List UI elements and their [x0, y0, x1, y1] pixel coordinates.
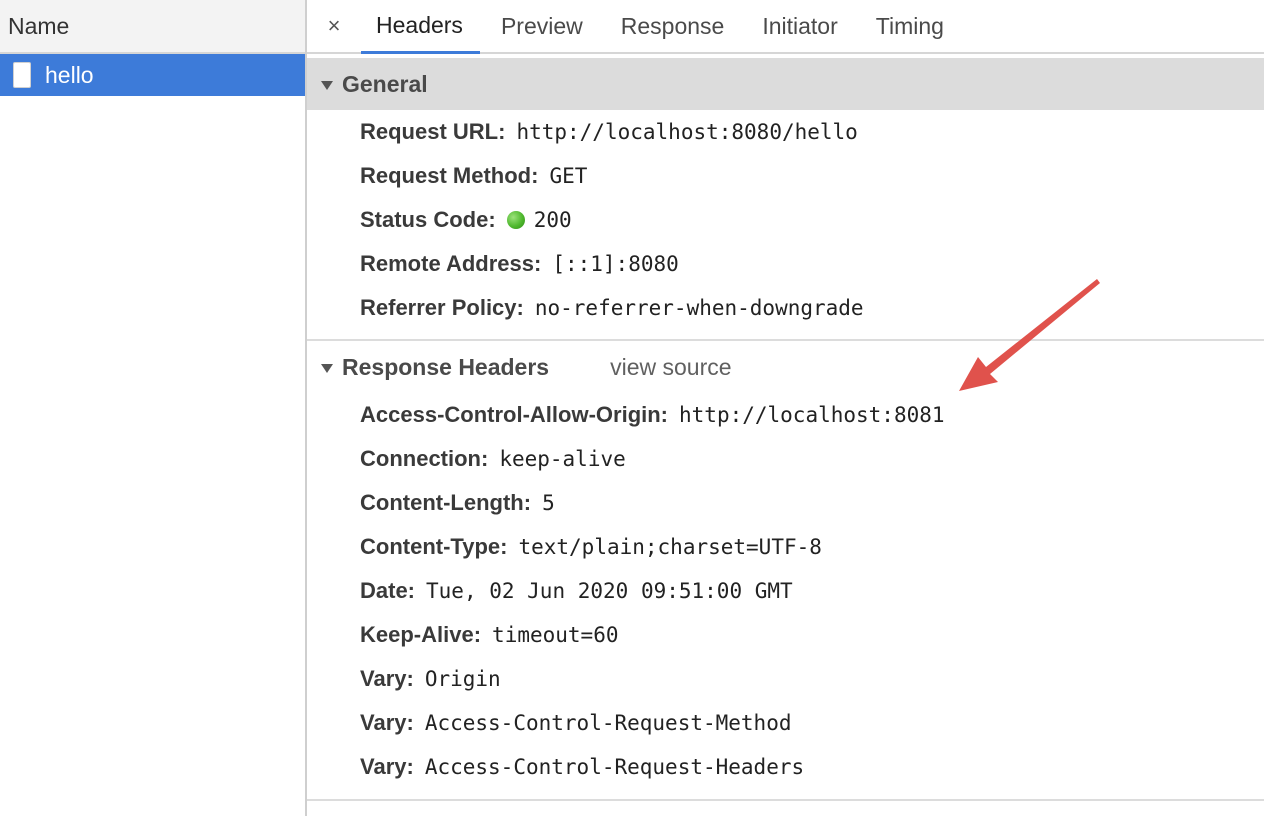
header-key: Content-Length: [360, 490, 532, 515]
header-value: timeout=60 [492, 623, 619, 647]
header-value: Access-Control-Request-Headers [424, 755, 805, 779]
header-key: Request Method: [360, 163, 539, 188]
devtools-network-panel: Name hello × Headers Preview Response In… [0, 0, 1264, 816]
header-key: Vary: [360, 754, 414, 779]
header-key: Access-Control-Allow-Origin: [360, 402, 669, 427]
tab-preview-label: Preview [500, 12, 583, 39]
section-divider [307, 799, 1264, 801]
tab-initiator-label: Initiator [762, 12, 838, 39]
response-headers-section-title: Response Headers [342, 353, 550, 380]
header-key: Vary: [360, 666, 414, 691]
header-row: Keep-Alive: timeout=60 [360, 613, 1264, 657]
document-icon [13, 62, 31, 88]
tab-timing[interactable]: Timing [861, 0, 961, 52]
header-row: Status Code: 200 [360, 198, 1264, 242]
request-list-panel: Name hello [0, 0, 307, 816]
header-value: http://localhost:8080/hello [516, 120, 858, 144]
header-value: [::1]:8080 [552, 252, 679, 276]
header-row: Vary: Origin [360, 657, 1264, 701]
header-value: Tue, 02 Jun 2020 09:51:00 GMT [426, 579, 793, 603]
tab-headers-label: Headers [376, 12, 463, 38]
status-ok-icon [506, 211, 525, 229]
status-code-value: 200 [533, 208, 572, 232]
header-key: Status Code: [360, 207, 496, 232]
header-value: 5 [542, 491, 555, 515]
name-column-label: Name [8, 12, 70, 39]
header-row: Access-Control-Allow-Origin: http://loca… [360, 393, 1264, 437]
header-key: Remote Address: [360, 251, 542, 276]
header-row: Vary: Access-Control-Request-Method [360, 701, 1264, 745]
expand-triangle-icon [321, 363, 333, 373]
header-row: Connection: keep-alive [360, 437, 1264, 481]
header-key: Request URL: [360, 119, 506, 144]
view-source-link[interactable]: view source [610, 354, 731, 381]
general-rows: Request URL: http://localhost:8080/hello… [307, 110, 1264, 330]
close-icon[interactable]: × [307, 0, 361, 52]
header-row: Vary: Access-Control-Request-Headers [360, 745, 1264, 789]
details-tabbar: × Headers Preview Response Initiator Tim… [307, 0, 1264, 54]
header-row: Date: Tue, 02 Jun 2020 09:51:00 GMT [360, 569, 1264, 613]
header-row: Request URL: http://localhost:8080/hello [360, 110, 1264, 154]
tab-initiator[interactable]: Initiator [747, 0, 854, 52]
tab-response[interactable]: Response [606, 0, 742, 52]
header-row: Remote Address: [::1]:8080 [360, 242, 1264, 286]
request-row-hello[interactable]: hello [0, 54, 305, 96]
header-key: Referrer Policy: [360, 295, 524, 320]
header-value: Origin [424, 667, 501, 691]
tab-headers[interactable]: Headers [361, 0, 480, 54]
tab-preview[interactable]: Preview [486, 0, 600, 52]
header-value: GET [549, 164, 588, 188]
name-column-header[interactable]: Name [0, 0, 305, 54]
general-section-header[interactable]: General [307, 58, 1264, 110]
header-row: Referrer Policy: no-referrer-when-downgr… [360, 286, 1264, 330]
request-details-panel: × Headers Preview Response Initiator Tim… [307, 0, 1264, 816]
header-key: Content-Type: [360, 534, 508, 559]
expand-triangle-icon [321, 80, 333, 90]
request-name: hello [45, 61, 94, 88]
header-value: keep-alive [499, 447, 626, 471]
response-headers-section-header[interactable]: Response Headers view source [307, 341, 1264, 393]
tab-timing-label: Timing [875, 12, 944, 39]
header-value: text/plain;charset=UTF-8 [518, 535, 822, 559]
header-key: Connection: [360, 446, 489, 471]
header-key: Keep-Alive: [360, 622, 482, 647]
header-value: no-referrer-when-downgrade [534, 296, 864, 320]
header-row: Content-Type: text/plain;charset=UTF-8 [360, 525, 1264, 569]
header-row: Content-Length: 5 [360, 481, 1264, 525]
header-key: Vary: [360, 710, 414, 735]
header-value: http://localhost:8081 [679, 403, 945, 427]
header-key: Date: [360, 578, 416, 603]
header-row: Request Method: GET [360, 154, 1264, 198]
header-value: Access-Control-Request-Method [424, 711, 792, 735]
tab-response-label: Response [620, 12, 725, 39]
response-header-rows: Access-Control-Allow-Origin: http://loca… [307, 393, 1264, 789]
general-section-title: General [342, 70, 428, 97]
